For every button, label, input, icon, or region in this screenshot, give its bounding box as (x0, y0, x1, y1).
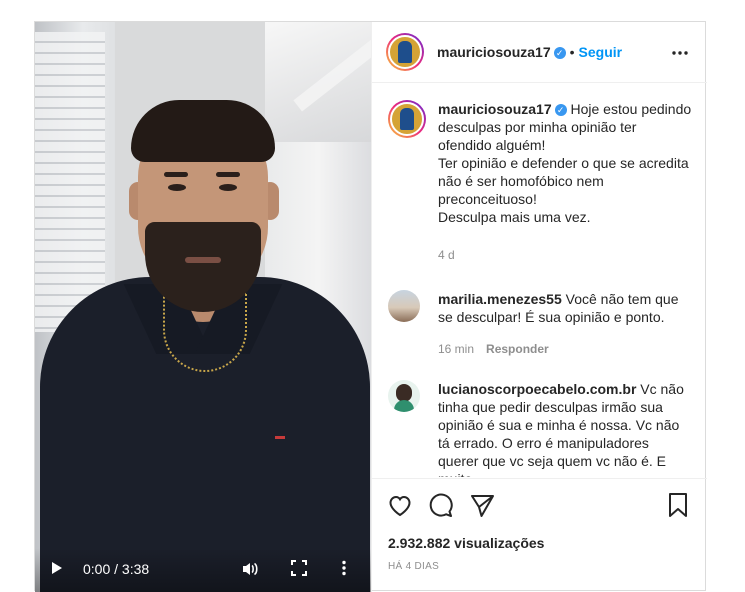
volume-icon[interactable] (241, 560, 259, 581)
comment-age[interactable]: 16 min (438, 342, 474, 356)
comment-meta: 16 min Responder (438, 342, 549, 356)
heart-icon[interactable] (386, 491, 414, 519)
post-actions: 2.932.882 visualizações HÁ 4 DIAS (372, 478, 707, 592)
video-player[interactable]: 0:00 / 3:38 (35, 22, 371, 592)
comment-text: lucianoscorpoecabelo.com.br Vc não tinha… (438, 380, 693, 477)
header-user-line: mauriciosouza17 ✓ • Seguir (437, 44, 622, 60)
comment-avatar[interactable] (388, 380, 420, 412)
separator-dot: • (569, 44, 575, 60)
play-icon[interactable] (52, 562, 62, 574)
eyebrow-right (216, 172, 240, 177)
bookmark-icon[interactable] (664, 491, 692, 519)
comment-avatar[interactable] (388, 290, 420, 322)
video-person (35, 22, 371, 592)
mouth (185, 257, 221, 263)
post-header: mauriciosouza17 ✓ • Seguir (372, 22, 707, 83)
verified-icon: ✓ (553, 47, 566, 59)
instagram-post: 0:00 / 3:38 mauriciosouza17 ✓ • Seguir m… (34, 21, 707, 592)
eye-left (168, 184, 186, 191)
comment-username[interactable]: lucianoscorpoecabelo.com.br (438, 381, 636, 397)
reply-button[interactable]: Responder (486, 342, 549, 356)
header-username[interactable]: mauriciosouza17 (437, 44, 551, 60)
comment-item: lucianoscorpoecabelo.com.br Vc não tinha… (388, 380, 693, 477)
comment-icon[interactable] (426, 491, 454, 519)
shirt-logo (275, 436, 285, 439)
comment-item: marilia.menezes55 Você não tem que se de… (388, 290, 693, 356)
comments-list[interactable]: mauriciosouza17 ✓ Hoje estou pedindo desc… (372, 84, 707, 477)
more-horizontal-icon[interactable] (671, 40, 689, 61)
hair (131, 100, 275, 162)
post-date[interactable]: HÁ 4 DIAS (388, 561, 439, 572)
caption-age[interactable]: 4 d (438, 248, 455, 262)
caption-text: mauriciosouza17 ✓ Hoje estou pedindo desc… (438, 100, 693, 226)
caption: mauriciosouza17 ✓ Hoje estou pedindo desc… (388, 100, 693, 262)
post-side-panel: mauriciosouza17 ✓ • Seguir mauriciosouza17 ✓… (371, 22, 707, 592)
video-time: 0:00 / 3:38 (83, 561, 150, 577)
caption-username[interactable]: mauriciosouza17 (438, 101, 552, 117)
caption-body: Hoje estou pedindo desculpas por minha o… (438, 101, 692, 225)
view-count[interactable]: 2.932.882 visualizações (388, 535, 544, 551)
more-vertical-icon[interactable] (341, 560, 347, 579)
caption-avatar[interactable] (388, 100, 426, 138)
follow-button[interactable]: Seguir (579, 44, 623, 60)
comment-username[interactable]: marilia.menezes55 (438, 291, 562, 307)
verified-icon: ✓ (554, 104, 567, 116)
fullscreen-icon[interactable] (291, 560, 307, 579)
share-icon[interactable] (468, 491, 496, 519)
comment-text: marilia.menezes55 Você não tem que se de… (438, 290, 693, 326)
avatar[interactable] (386, 33, 424, 71)
video-controls: 0:00 / 3:38 (35, 548, 371, 592)
eyebrow-left (164, 172, 188, 177)
eye-right (219, 184, 237, 191)
